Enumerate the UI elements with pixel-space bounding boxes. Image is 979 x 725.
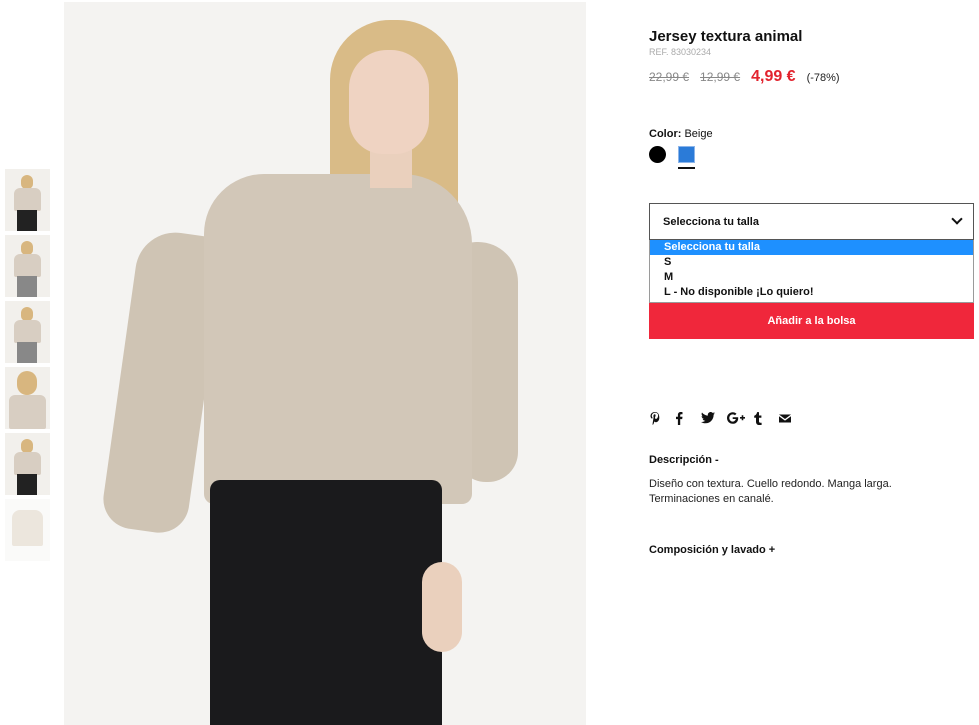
tumblr-icon[interactable] [753,410,779,426]
product-title: Jersey textura animal [649,28,803,45]
color-swatches [649,146,695,169]
color-selected-name: Beige [684,128,713,140]
size-option-l[interactable]: L - No disponible ¡Lo quiero! [650,285,973,300]
thumbnail-5[interactable] [5,433,50,495]
thumbnail-list [5,169,50,565]
price-original: 22,99 € [649,70,690,84]
chevron-down-icon [951,213,963,225]
color-swatch-blue[interactable] [678,146,695,169]
description-text: Diseño con textura. Cuello redondo. Mang… [649,478,892,505]
size-select-value: Selecciona tu talla [663,215,759,228]
color-label-key: Color: [649,128,682,140]
size-select[interactable]: Selecciona tu talla [649,203,974,240]
thumbnail-3[interactable] [5,301,50,363]
discount-badge: (-78%) [806,72,840,84]
product-ref: REF. 83030234 [649,47,712,57]
email-icon[interactable] [779,410,805,426]
size-dropdown-list: Selecciona tu talla S M L - No disponibl… [649,240,974,303]
size-option-s[interactable]: S [650,255,973,270]
size-option-placeholder[interactable]: Selecciona tu talla [650,240,973,255]
size-option-m[interactable]: M [650,270,973,285]
composition-toggle[interactable]: Composición y lavado + [649,544,775,556]
google-plus-icon[interactable] [727,410,753,426]
description-toggle[interactable]: Descripción - [649,454,719,466]
thumbnail-2[interactable] [5,235,50,297]
thumbnail-4[interactable] [5,367,50,429]
pinterest-icon[interactable] [649,410,675,426]
price-current: 4,99 € [751,68,796,85]
thumbnail-1[interactable] [5,169,50,231]
twitter-icon[interactable] [701,410,727,426]
price-row: 22,99 € 12,99 € 4,99 € (-78%) [649,68,975,86]
color-swatch-black[interactable] [649,146,666,163]
thumbnail-6[interactable] [5,499,50,561]
facebook-icon[interactable] [675,410,701,426]
add-to-bag-button[interactable]: Añadir a la bolsa [649,303,974,339]
main-product-image[interactable] [64,2,586,725]
color-label: Color: Beige [649,128,713,140]
social-share-bar [649,410,805,426]
price-previous: 12,99 € [700,70,741,84]
product-details-panel: Jersey textura animal REF. 83030234 22,9… [649,28,975,556]
